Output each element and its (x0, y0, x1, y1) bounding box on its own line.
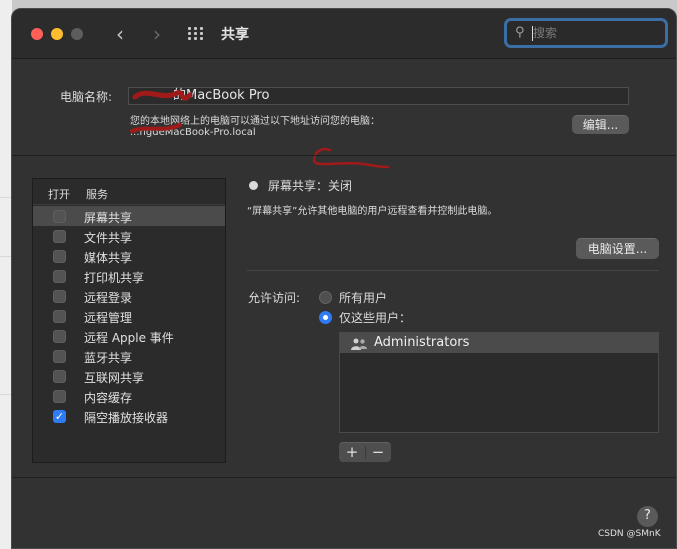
service-checkbox[interactable] (53, 290, 66, 303)
computer-name-value: 的MacBook Pro (173, 88, 270, 103)
computer-settings-button[interactable]: 电脑设置... (576, 238, 659, 259)
add-remove-control: + − (339, 442, 391, 462)
service-row-remote-apple-events[interactable]: 远程 Apple 事件 (33, 326, 225, 346)
close-window-button[interactable] (31, 28, 43, 40)
service-row-bluetooth-sharing[interactable]: 蓝牙共享 (33, 346, 225, 366)
minimize-window-button[interactable] (51, 28, 63, 40)
service-row-internet-sharing[interactable]: 互联网共享 (33, 366, 225, 386)
service-label: 隔空播放接收器 (84, 411, 169, 425)
user-name: Administrators (374, 335, 470, 350)
user-group-icon (351, 338, 367, 350)
service-checkbox[interactable] (53, 250, 66, 263)
service-row-printer-sharing[interactable]: 打印机共享 (33, 266, 225, 286)
footer-divider (12, 477, 676, 478)
back-chevron-icon[interactable]: ‹ (109, 22, 131, 46)
service-checkbox[interactable] (53, 210, 66, 223)
only-these-users-radio[interactable] (319, 311, 332, 324)
service-checkbox[interactable] (53, 230, 66, 243)
service-label: 打印机共享 (84, 271, 145, 285)
service-label: 媒体共享 (84, 251, 133, 265)
service-checkbox[interactable] (53, 370, 66, 383)
watermark: CSDN @SMnK (598, 529, 661, 539)
computer-name-label: 电脑名称: (60, 90, 113, 104)
service-label: 互联网共享 (84, 371, 145, 385)
window-title: 共享 (221, 27, 249, 43)
services-header: 打开 服务 (33, 179, 225, 205)
only-these-users-label: 仅这些用户： (339, 311, 412, 325)
titlebar: ‹ › 共享 ⚲ (12, 9, 676, 59)
service-label: 屏幕共享 (84, 211, 133, 225)
service-description: “屏幕共享”允许其他电脑的用户远程查看并控制此电脑。 (247, 206, 498, 217)
section-divider (12, 155, 676, 156)
help-button[interactable]: ? (637, 506, 658, 527)
service-label: 文件共享 (84, 231, 133, 245)
search-icon: ⚲ (515, 25, 525, 40)
edit-name-button[interactable]: 编辑... (572, 115, 629, 134)
remove-user-button[interactable]: − (365, 443, 391, 462)
status-indicator-icon (249, 181, 258, 190)
service-label: 蓝牙共享 (84, 351, 133, 365)
service-status: 屏幕共享：关闭 (268, 179, 353, 193)
service-checkbox[interactable] (53, 330, 66, 343)
service-checkbox[interactable] (53, 270, 66, 283)
all-users-label: 所有用户 (339, 291, 388, 305)
detail-divider (247, 270, 659, 271)
forward-chevron-icon[interactable]: › (146, 22, 168, 46)
allowed-users-list: Administrators (339, 332, 659, 433)
access-label: 允许访问: (248, 291, 301, 305)
service-column-header: 服务 (86, 188, 108, 201)
service-row-remote-management[interactable]: 远程管理 (33, 306, 225, 326)
add-user-button[interactable]: + (339, 443, 365, 462)
service-checkbox[interactable] (53, 390, 66, 403)
service-row-remote-login[interactable]: 远程登录 (33, 286, 225, 306)
service-row-media-sharing[interactable]: 媒体共享 (33, 246, 225, 266)
service-checkbox[interactable] (53, 310, 66, 323)
computer-name-field[interactable]: 的MacBook Pro (128, 87, 629, 105)
service-label: 内容缓存 (84, 391, 133, 405)
service-label: 远程登录 (84, 291, 133, 305)
service-checkbox-checked[interactable]: ✓ (53, 410, 66, 423)
service-row-screen-sharing[interactable]: 屏幕共享 (33, 206, 225, 226)
services-list: 打开 服务 屏幕共享 文件共享 媒体共享 打印机共享 远程登录 远程管理 远程 … (32, 178, 226, 463)
service-row-content-caching[interactable]: 内容缓存 (33, 386, 225, 406)
sharing-preferences-window: ‹ › 共享 ⚲ 电脑名称: 的MacBook Pro 您的本地网络上的电脑可以… (11, 8, 677, 549)
service-row-file-sharing[interactable]: 文件共享 (33, 226, 225, 246)
service-label: 远程管理 (84, 311, 133, 325)
service-checkbox[interactable] (53, 350, 66, 363)
all-users-radio[interactable] (319, 291, 332, 304)
zoom-window-button[interactable] (71, 28, 83, 40)
address-description: 您的本地网络上的电脑可以通过以下地址访问您的电脑： (130, 116, 380, 127)
service-row-airplay-receiver[interactable]: ✓ 隔空播放接收器 (33, 406, 225, 426)
search-input[interactable] (533, 24, 661, 42)
on-column-header: 打开 (48, 188, 70, 201)
local-address: ...ngdeMacBook-Pro.local (130, 127, 256, 138)
user-row-administrators[interactable]: Administrators (340, 333, 658, 353)
show-all-grid-icon[interactable] (188, 27, 206, 41)
search-field[interactable]: ⚲ (504, 18, 668, 48)
service-label: 远程 Apple 事件 (84, 331, 174, 345)
